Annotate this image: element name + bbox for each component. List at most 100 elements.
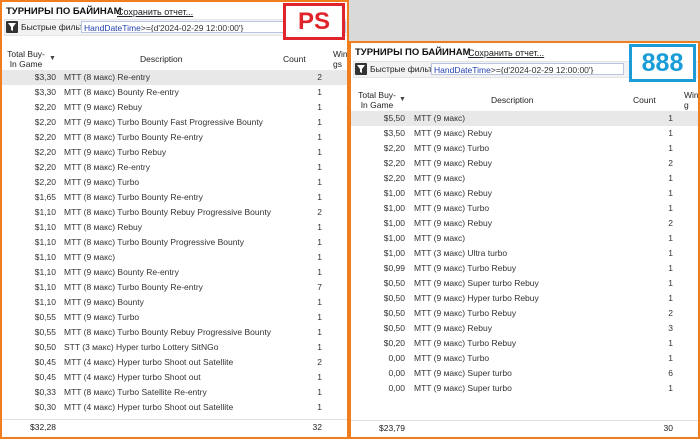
table-row[interactable]: $1,10 MTT (8 макс) Rebuy 1: [2, 220, 347, 235]
ps-col-buyin[interactable]: Total Buy-In Game: [6, 48, 46, 70]
row-buyin: $1,00: [383, 203, 405, 213]
row-count: 6: [668, 368, 673, 378]
row-buyin: $2,20: [383, 143, 405, 153]
ps-col-winnings[interactable]: Winn gs: [333, 48, 347, 70]
table-row[interactable]: $3,30 MTT (8 макс) Bounty Re-entry 1: [2, 85, 347, 100]
row-description: MTT (8 макс) Rebuy: [64, 222, 142, 232]
table-row[interactable]: $2,20 MTT (9 макс) Turbo Rebuy 1: [2, 145, 347, 160]
filter-icon[interactable]: [355, 63, 367, 75]
row-description: MTT (9 макс) Hyper turbo Rebuy: [414, 293, 539, 303]
row-count: 1: [668, 383, 673, 393]
row-description: MTT (9 макс) Rebuy: [414, 218, 492, 228]
table-row[interactable]: $0,50 STT (3 макс) Hyper turbo Lottery Si…: [2, 340, 347, 355]
row-count: 3: [668, 323, 673, 333]
row-description: MTT (8 макс) Turbo Bounty Progressive Bo…: [64, 237, 245, 247]
table-row[interactable]: 0,00 MTT (9 макс) Turbo 1: [351, 351, 698, 366]
table-row[interactable]: $0,30 MTT (4 макс) Hyper turbo Shoot out …: [2, 400, 347, 415]
row-buyin: $2,20: [34, 177, 56, 187]
table-row[interactable]: $2,20 MTT (9 макс) Turbo 1: [351, 141, 698, 156]
table-row[interactable]: 0,00 MTT (9 макс) Super turbo 6: [351, 366, 698, 381]
row-buyin: $1,10: [34, 282, 56, 292]
row-count: 2: [317, 357, 322, 367]
table-row[interactable]: $0,50 MTT (9 макс) Turbo Rebuy 2: [351, 306, 698, 321]
table-row[interactable]: $2,20 MTT (9 макс) Rebuy 2: [351, 156, 698, 171]
filter-icon[interactable]: [6, 21, 18, 33]
row-buyin: $0,50: [383, 323, 405, 333]
row-buyin: $2,20: [383, 158, 405, 168]
table-row[interactable]: $2,20 MTT (9 макс) Rebuy 1: [2, 100, 347, 115]
table-row[interactable]: $0,55 MTT (9 макс) Turbo 1: [2, 310, 347, 325]
row-description: MTT (9 макс) Rebuy: [64, 102, 142, 112]
table-row[interactable]: $3,30 MTT (8 макс) Re-entry 2: [2, 70, 347, 85]
row-count: 1: [668, 173, 673, 183]
sort-desc-icon: ▼: [49, 55, 56, 62]
table-row[interactable]: $1,00 MTT (9 макс) 1: [351, 231, 698, 246]
table-row[interactable]: $0,45 MTT (4 макс) Hyper turbo Shoot out …: [2, 355, 347, 370]
table-row[interactable]: $2,20 MTT (9 макс) 1: [351, 171, 698, 186]
row-buyin: $0,50: [383, 293, 405, 303]
888-col-winnings[interactable]: Winn g: [684, 89, 698, 111]
row-count: 1: [317, 117, 322, 127]
888-col-count[interactable]: Count: [633, 89, 656, 111]
table-row[interactable]: $2,20 MTT (8 макс) Re-entry 1: [2, 160, 347, 175]
888-filter-expr: >={d'2024-02-29 12:00:00'}: [490, 65, 594, 75]
row-count: 7: [317, 282, 322, 292]
table-row[interactable]: $0,33 MTT (8 макс) Turbo Satellite Re-ent…: [2, 385, 347, 400]
table-row[interactable]: 0,00 MTT (9 макс) Super turbo 1: [351, 381, 698, 396]
table-row[interactable]: $5,50 MTT (9 макс) 1: [351, 111, 698, 126]
table-row[interactable]: $1,00 MTT (3 макс) Ultra turbo 1: [351, 246, 698, 261]
table-row[interactable]: $0,45 MTT (4 макс) Hyper turbo Shoot out 1: [2, 370, 347, 385]
row-buyin: $2,20: [383, 173, 405, 183]
table-row[interactable]: $2,20 MTT (9 макс) Turbo 1: [2, 175, 347, 190]
row-buyin: $0,55: [34, 327, 56, 337]
row-count: 1: [668, 143, 673, 153]
row-count: 1: [317, 192, 322, 202]
ps-report-title: ТУРНИРЫ ПО БАЙИНАМ: [6, 6, 122, 17]
row-buyin: $0,30: [34, 402, 56, 412]
888-col-buyin[interactable]: Total Buy-In Game: [357, 89, 397, 111]
row-buyin: $3,50: [383, 128, 405, 138]
table-row[interactable]: $0,55 MTT (8 макс) Turbo Bounty Rebuy Pro…: [2, 325, 347, 340]
ps-col-description[interactable]: Description: [140, 48, 183, 70]
table-row[interactable]: $1,10 MTT (8 макс) Turbo Bounty Progressi…: [2, 235, 347, 250]
table-row[interactable]: $0,99 MTT (9 макс) Turbo Rebuy 1: [351, 261, 698, 276]
row-count: 1: [668, 188, 673, 198]
table-row[interactable]: $3,50 MTT (9 макс) Rebuy 1: [351, 126, 698, 141]
row-description: MTT (9 макс) Turbo: [64, 177, 140, 187]
table-row[interactable]: $1,00 MTT (9 макс) Turbo 1: [351, 201, 698, 216]
888-col-description[interactable]: Description: [491, 89, 534, 111]
888-quick-filter-input[interactable]: HandDateTime>={d'2024-02-29 12:00:00'}: [431, 63, 624, 75]
table-row[interactable]: $1,00 MTT (9 макс) Rebuy 2: [351, 216, 698, 231]
888-save-report-link[interactable]: Сохранить отчет...: [468, 48, 544, 58]
row-buyin: $0,55: [34, 312, 56, 322]
table-row[interactable]: $1,10 MTT (9 макс) 1: [2, 250, 347, 265]
table-row[interactable]: $1,10 MTT (8 макс) Turbo Bounty Re-entry 7: [2, 280, 347, 295]
row-description: MTT (9 макс): [414, 233, 466, 243]
table-row[interactable]: $1,10 MTT (9 макс) Bounty Re-entry 1: [2, 265, 347, 280]
row-buyin: $1,10: [34, 222, 56, 232]
row-buyin: $2,20: [34, 147, 56, 157]
table-row[interactable]: $0,50 MTT (9 макс) Rebuy 3: [351, 321, 698, 336]
row-description: MTT (9 макс) Rebuy: [414, 128, 492, 138]
table-row[interactable]: $0,50 MTT (9 макс) Hyper turbo Rebuy 1: [351, 291, 698, 306]
row-description: MTT (9 макс) Rebuy: [414, 323, 492, 333]
table-row[interactable]: $0,20 MTT (9 макс) Turbo Rebuy 1: [351, 336, 698, 351]
row-buyin: 0,00: [388, 368, 405, 378]
row-count: 1: [317, 222, 322, 232]
table-row[interactable]: $1,00 MTT (6 макс) Rebuy 1: [351, 186, 698, 201]
table-row[interactable]: $0,50 MTT (9 макс) Super turbo Rebuy 1: [351, 276, 698, 291]
888-quick-filter-label: Быстрые фильт: [370, 64, 433, 74]
ps-save-report-link[interactable]: Сохранить отчет...: [117, 7, 193, 17]
row-description: MTT (8 макс) Bounty Re-entry: [64, 87, 179, 97]
table-row[interactable]: $1,65 MTT (8 макс) Turbo Bounty Re-entry 1: [2, 190, 347, 205]
row-count: 1: [317, 312, 322, 322]
ps-col-count[interactable]: Count: [283, 48, 306, 70]
ps-report-panel: ТУРНИРЫ ПО БАЙИНАМ Сохранить отчет... Бы…: [0, 0, 349, 439]
row-description: MTT (9 макс) Turbo: [414, 143, 490, 153]
table-row[interactable]: $1,10 MTT (8 макс) Turbo Bounty Rebuy Pro…: [2, 205, 347, 220]
table-row[interactable]: $1,10 MTT (9 макс) Bounty 1: [2, 295, 347, 310]
table-row[interactable]: $2,20 MTT (9 макс) Turbo Bounty Fast Prog…: [2, 115, 347, 130]
row-count: 2: [317, 72, 322, 82]
table-row[interactable]: $2,20 MTT (8 макс) Turbo Bounty Re-entry 1: [2, 130, 347, 145]
row-description: MTT (8 макс) Turbo Satellite Re-entry: [64, 387, 207, 397]
